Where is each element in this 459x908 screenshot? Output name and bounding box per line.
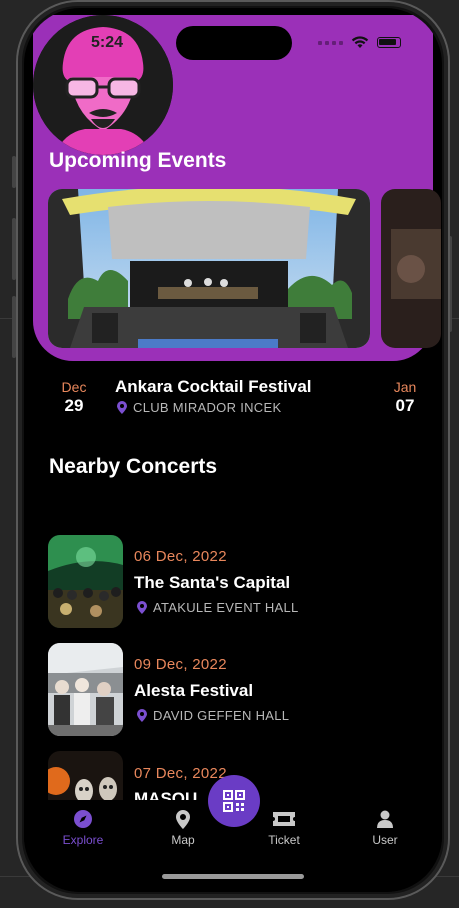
- map-pin-icon: [137, 601, 147, 614]
- concert-thumbnail[interactable]: [48, 535, 123, 628]
- nav-item-map[interactable]: Map: [148, 808, 218, 847]
- dynamic-island: [176, 26, 292, 60]
- status-time: 5:24: [91, 34, 124, 51]
- ticket-icon: [273, 812, 295, 826]
- venue-label: ATAKULE EVENT HALL: [153, 600, 299, 615]
- event-date-next: Jan 07: [386, 379, 424, 416]
- app-screen: 5:24 Upcoming Events Dec 29 Ankara Cockt…: [24, 8, 442, 892]
- concert-date: 07 Dec, 2022: [134, 765, 227, 782]
- event-day: 29: [64, 396, 84, 415]
- event-month: Dec: [61, 379, 87, 395]
- nav-item-user[interactable]: User: [350, 808, 420, 847]
- event-card-next[interactable]: [381, 189, 441, 348]
- map-pin-icon: [137, 709, 147, 722]
- signal-icon: [318, 40, 343, 45]
- concert-thumbnail[interactable]: [48, 643, 123, 736]
- status-icons: [318, 36, 401, 49]
- concert-name[interactable]: Alesta Festival: [134, 681, 253, 701]
- map-pin-icon: [176, 810, 190, 829]
- nav-label: Explore: [62, 833, 104, 847]
- venue-label: CLUB MIRADOR INCEK: [133, 400, 282, 415]
- user-icon: [377, 810, 393, 828]
- concert-name[interactable]: The Santa's Capital: [134, 573, 290, 593]
- concert-date: 09 Dec, 2022: [134, 656, 227, 673]
- concert-date: 06 Dec, 2022: [134, 548, 227, 565]
- concert-venue: ATAKULE EVENT HALL: [137, 600, 299, 615]
- qr-scan-button[interactable]: [208, 775, 260, 827]
- event-name[interactable]: Ankara Cocktail Festival: [115, 377, 312, 397]
- event-day: 07: [395, 396, 415, 415]
- event-card-featured[interactable]: [48, 189, 370, 348]
- battery-icon: [377, 37, 401, 48]
- nav-item-ticket[interactable]: Ticket: [249, 808, 319, 847]
- event-date-featured: Dec 29: [55, 379, 93, 416]
- concert-venue: DAVID GEFFEN HALL: [137, 708, 289, 723]
- venue-label: DAVID GEFFEN HALL: [153, 708, 290, 723]
- home-indicator[interactable]: [162, 874, 304, 879]
- event-venue: CLUB MIRADOR INCEK: [117, 400, 281, 415]
- nav-label: User: [372, 833, 398, 847]
- qr-code-icon: [223, 790, 245, 812]
- map-pin-icon: [117, 401, 127, 414]
- nav-item-explore[interactable]: Explore: [48, 808, 118, 847]
- nav-label: Map: [171, 833, 195, 847]
- upcoming-events-title: Upcoming Events: [49, 149, 227, 172]
- nav-label: Ticket: [268, 833, 300, 847]
- event-month: Jan: [393, 379, 417, 395]
- compass-icon: [74, 810, 92, 828]
- nearby-concerts-title: Nearby Concerts: [49, 455, 218, 478]
- wifi-icon: [351, 36, 369, 48]
